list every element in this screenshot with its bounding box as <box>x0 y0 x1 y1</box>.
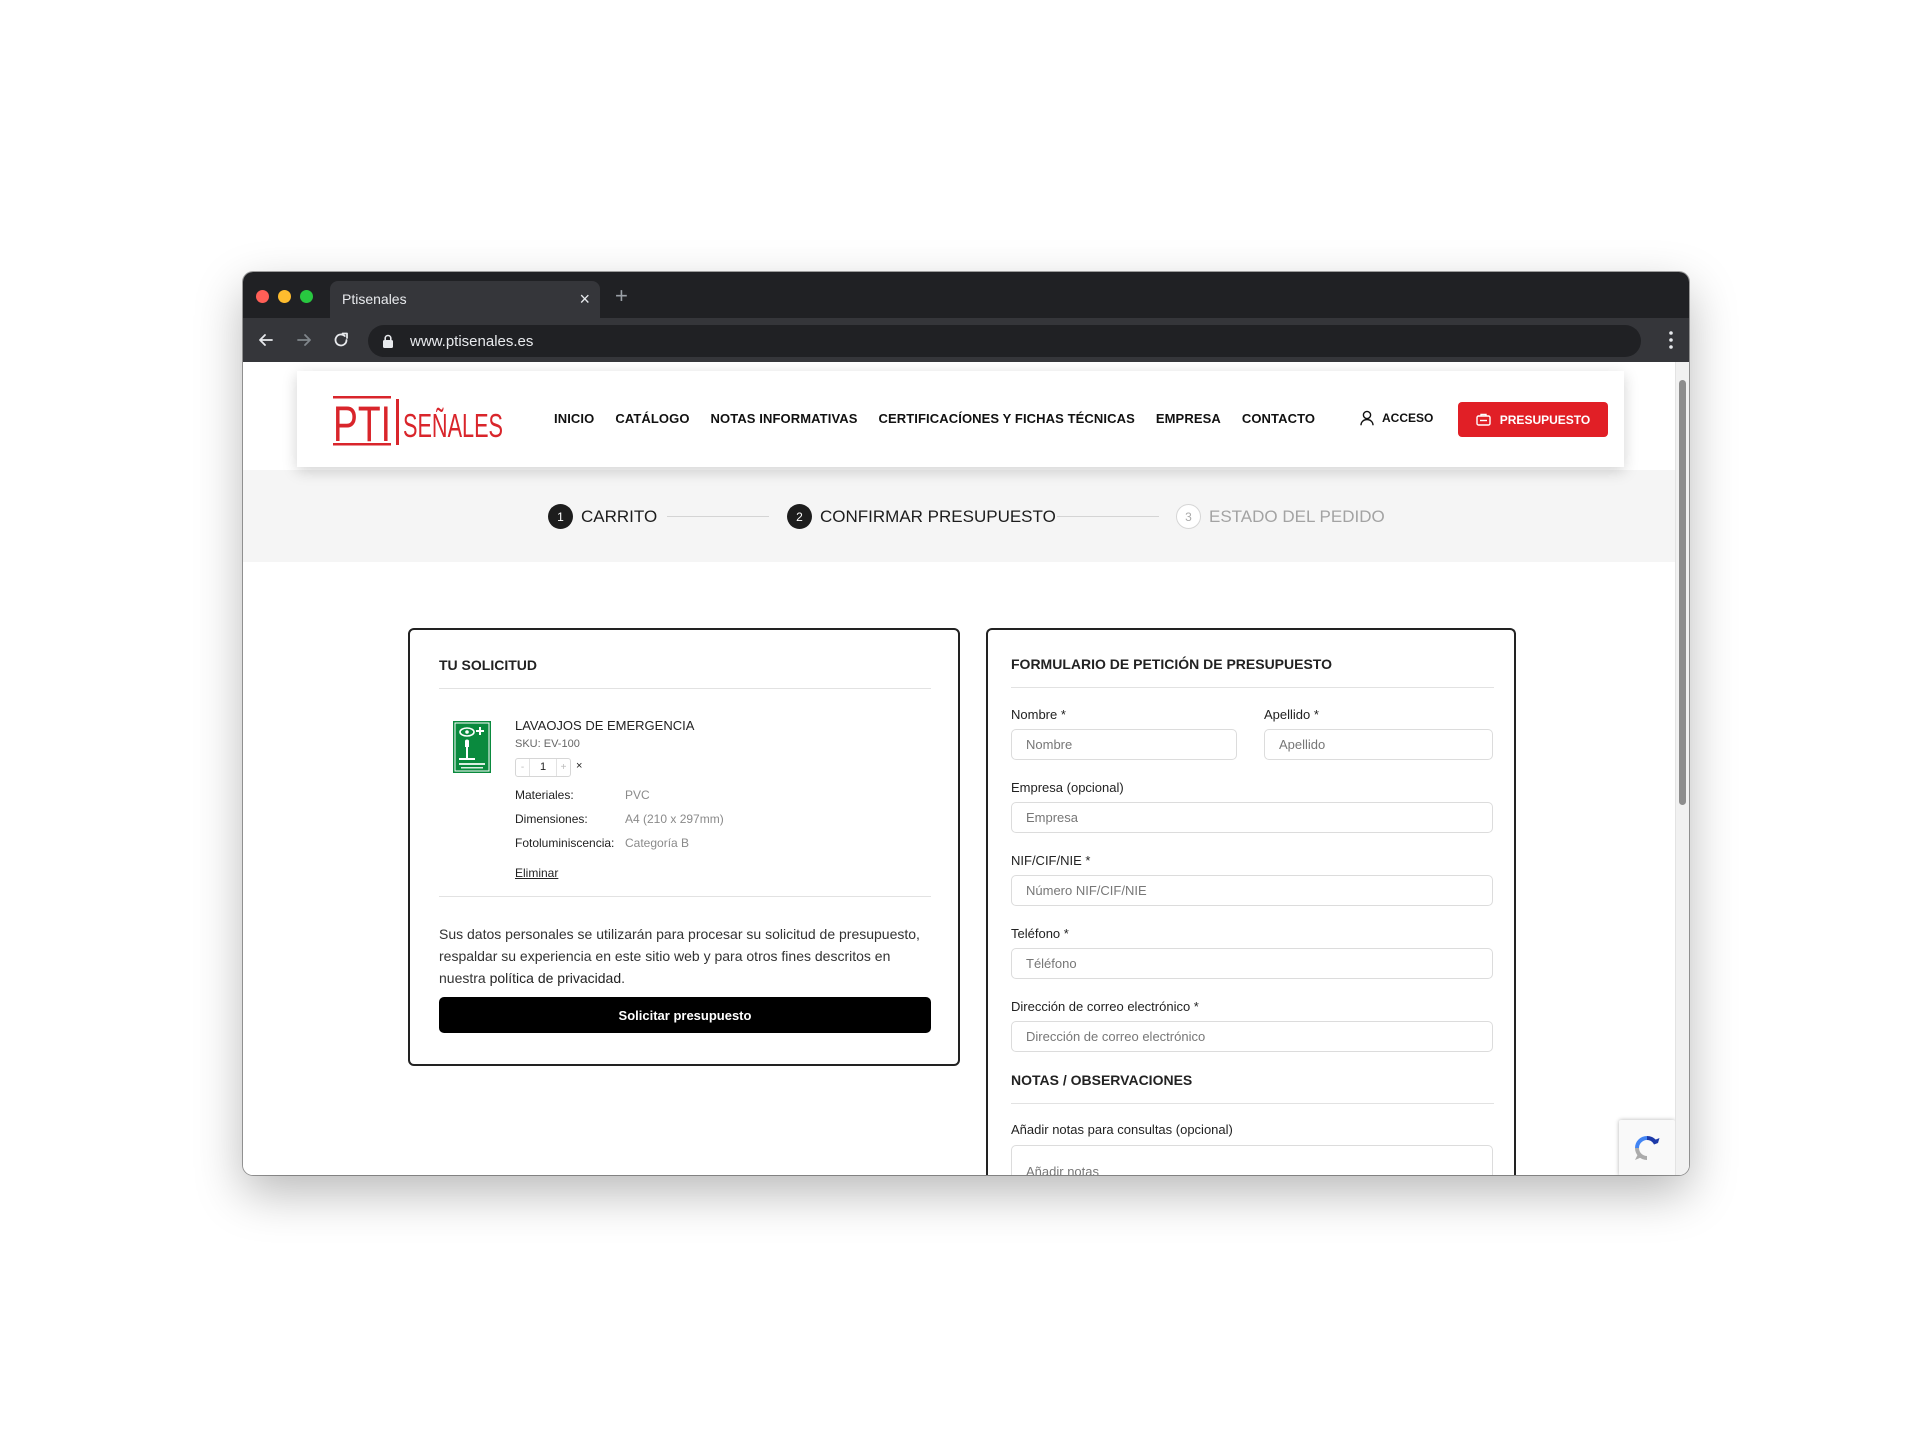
maximize-window-button[interactable] <box>300 290 313 303</box>
nav-empresa[interactable]: EMPRESA <box>1156 411 1221 426</box>
empresa-label: Empresa (opcional) <box>1011 780 1124 795</box>
nav-notas-informativas[interactable]: NOTAS INFORMATIVAS <box>711 411 858 426</box>
quote-button-label: PRESUPUESTO <box>1499 412 1591 427</box>
empresa-input[interactable] <box>1011 802 1493 833</box>
step-label: CONFIRMAR PRESUPUESTO <box>820 506 1056 526</box>
main-nav: INICIO CATÁLOGO NOTAS INFORMATIVAS CERTI… <box>554 411 1315 426</box>
recaptcha-badge[interactable] <box>1619 1120 1675 1175</box>
svg-text:SEÑALES: SEÑALES <box>403 407 503 444</box>
apellido-input[interactable] <box>1264 729 1493 760</box>
email-input[interactable] <box>1011 1021 1493 1052</box>
svg-text:PTI: PTI <box>333 396 391 449</box>
close-window-button[interactable] <box>256 290 269 303</box>
attr-label: Dimensiones: <box>515 812 588 826</box>
nav-contacto[interactable]: CONTACTO <box>1242 411 1315 426</box>
browser-window: Ptisenales × + www.ptisenales.es PTI SEÑ… <box>243 272 1689 1175</box>
qty-increase-button[interactable]: + <box>557 759 570 776</box>
nav-catalogo[interactable]: CATÁLOGO <box>615 411 689 426</box>
nav-inicio[interactable]: INICIO <box>554 411 594 426</box>
scrollbar-thumb[interactable] <box>1679 380 1686 805</box>
privacy-end: . <box>621 970 626 986</box>
browser-chrome: Ptisenales × + www.ptisenales.es <box>243 272 1689 362</box>
quantity-stepper[interactable]: - 1 + <box>515 758 571 777</box>
site-header: PTI SEÑALES INICIO CATÁLOGO NOTAS INFORM… <box>297 371 1624 467</box>
remove-x-icon[interactable]: × <box>576 760 582 772</box>
nif-label: NIF/CIF/NIE * <box>1011 853 1091 868</box>
back-arrow-icon[interactable] <box>256 330 276 350</box>
minimize-window-button[interactable] <box>278 290 291 303</box>
nav-certificaciones[interactable]: CERTIFICACÍONES Y FICHAS TÉCNICAS <box>879 411 1135 426</box>
step-carrito[interactable]: 1 CARRITO <box>548 504 657 529</box>
apellido-label: Apellido * <box>1264 707 1319 722</box>
attr-value: PVC <box>625 788 650 802</box>
divider <box>1011 1103 1494 1104</box>
telefono-label: Teléfono * <box>1011 926 1069 941</box>
attr-value: A4 (210 x 297mm) <box>625 812 724 826</box>
step-divider <box>667 516 769 517</box>
step-number: 2 <box>787 504 812 529</box>
divider <box>439 688 931 689</box>
browser-toolbar: www.ptisenales.es <box>243 318 1689 362</box>
step-number: 3 <box>1176 504 1201 529</box>
browser-tab[interactable]: Ptisenales × <box>330 281 600 318</box>
attr-label: Fotoluminiscencia: <box>515 836 615 850</box>
logo[interactable]: PTI SEÑALES <box>333 393 505 449</box>
url-text[interactable]: www.ptisenales.es <box>410 333 533 350</box>
remove-link[interactable]: Eliminar <box>515 866 558 880</box>
product-sku: SKU: EV-100 <box>515 738 580 750</box>
step-label: CARRITO <box>581 506 658 526</box>
request-summary-card: TU SOLICITUD LAVAOJOS DE EMERGENCIA SKU:… <box>408 628 960 1066</box>
privacy-notice: Sus datos personales se utilizarán para … <box>439 923 939 989</box>
privacy-policy-link[interactable]: política de privacidad <box>490 970 622 986</box>
tab-close-icon[interactable]: × <box>579 289 590 309</box>
request-quote-button[interactable]: Solicitar presupuesto <box>439 997 931 1033</box>
notes-title: NOTAS / OBSERVACIONES <box>1011 1072 1193 1088</box>
recaptcha-icon <box>1635 1135 1660 1160</box>
step-number: 1 <box>548 504 573 529</box>
lock-icon <box>383 334 393 348</box>
address-bar[interactable]: www.ptisenales.es <box>368 325 1641 357</box>
step-divider <box>1057 516 1159 517</box>
attr-value: Categoría B <box>625 836 690 850</box>
nif-input[interactable] <box>1011 875 1493 906</box>
nombre-input[interactable] <box>1011 729 1237 760</box>
attr-label: Materiales: <box>515 788 574 802</box>
checkout-steps: 1 CARRITO 2 CONFIRMAR PRESUPUESTO 3 ESTA… <box>243 470 1675 562</box>
step-label: ESTADO DEL PEDIDO <box>1209 506 1385 526</box>
new-tab-button[interactable]: + <box>615 285 628 307</box>
step-estado-del-pedido[interactable]: 3 ESTADO DEL PEDIDO <box>1176 504 1385 529</box>
access-link[interactable]: ACCESO <box>1360 410 1433 426</box>
notes-input[interactable] <box>1011 1145 1493 1175</box>
page-viewport: PTI SEÑALES INICIO CATÁLOGO NOTAS INFORM… <box>243 362 1689 1175</box>
divider <box>439 896 931 897</box>
card-title: TU SOLICITUD <box>439 657 537 673</box>
email-label: Dirección de correo electrónico * <box>1011 999 1199 1014</box>
step-confirmar-presupuesto[interactable]: 2 CONFIRMAR PRESUPUESTO <box>787 504 1056 529</box>
quote-cart-icon <box>1476 413 1491 426</box>
eyewash-sign-image[interactable] <box>453 721 491 773</box>
nombre-label: Nombre * <box>1011 707 1066 722</box>
tab-title: Ptisenales <box>342 291 407 307</box>
notes-label: Añadir notas para consultas (opcional) <box>1011 1122 1233 1137</box>
page-scrollbar[interactable] <box>1675 362 1689 1175</box>
divider <box>1011 687 1494 688</box>
quote-form-card: FORMULARIO DE PETICIÓN DE PRESUPUESTO No… <box>986 628 1516 1175</box>
browser-menu-icon[interactable] <box>1669 331 1673 349</box>
qty-value[interactable]: 1 <box>529 759 557 776</box>
product-name[interactable]: LAVAOJOS DE EMERGENCIA <box>515 718 694 733</box>
qty-decrease-button[interactable]: - <box>516 759 529 776</box>
forward-arrow-icon[interactable] <box>294 330 314 350</box>
form-title: FORMULARIO DE PETICIÓN DE PRESUPUESTO <box>1011 656 1332 672</box>
quote-button[interactable]: PRESUPUESTO <box>1458 402 1608 437</box>
user-icon <box>1360 410 1374 426</box>
access-label: ACCESO <box>1382 411 1434 425</box>
reload-icon[interactable] <box>331 330 351 350</box>
telefono-input[interactable] <box>1011 948 1493 979</box>
